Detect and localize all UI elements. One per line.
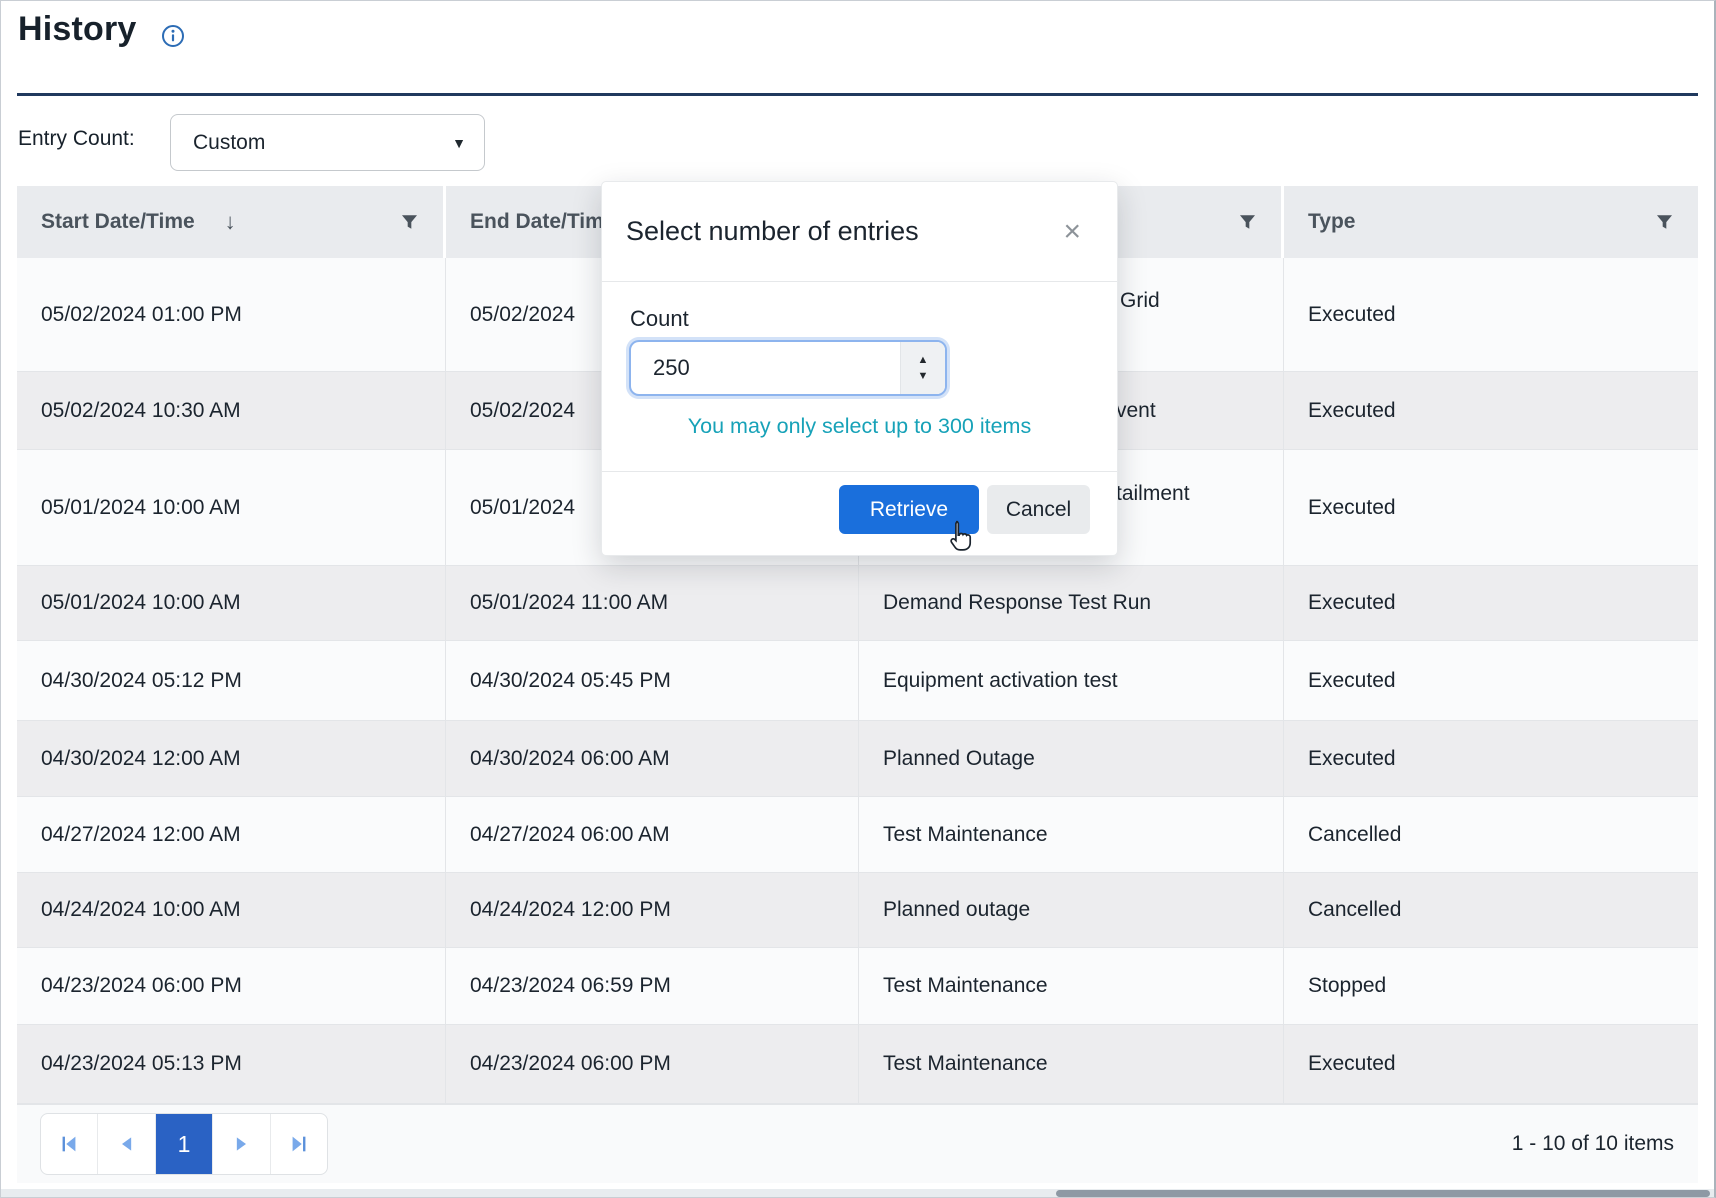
cell-type: Cancelled: [1284, 873, 1698, 947]
info-icon[interactable]: [161, 24, 185, 48]
dialog-body: Count ▲ ▼ You may only select up to 300 …: [602, 282, 1117, 471]
column-label: Start Date/Time: [41, 210, 195, 234]
count-label: Count: [630, 306, 689, 332]
previous-icon: [117, 1134, 137, 1154]
cell-start: 04/30/2024 12:00 AM: [17, 721, 446, 796]
column-header-type[interactable]: Type: [1284, 186, 1698, 258]
column-label: End Date/Time: [470, 210, 615, 234]
items-summary: 1 - 10 of 10 items: [1512, 1105, 1674, 1183]
select-entries-dialog: Select number of entries × Count ▲ ▼ You…: [601, 181, 1118, 556]
cell-end: 04/30/2024 05:45 PM: [446, 641, 859, 720]
cell-end: 04/24/2024 12:00 PM: [446, 873, 859, 947]
cell-start: 05/01/2024 10:00 AM: [17, 450, 446, 565]
cell-type: Executed: [1284, 721, 1698, 796]
cell-start: 05/02/2024 10:30 AM: [17, 372, 446, 449]
cell-end: 05/01/2024 11:00 AM: [446, 566, 859, 640]
cell-type: Executed: [1284, 566, 1698, 640]
scrollbar-thumb[interactable]: [1056, 1190, 1710, 1197]
cell-name: Test Maintenance: [859, 1025, 1284, 1103]
cell-start: 05/02/2024 01:00 PM: [17, 258, 446, 371]
cell-start: 04/23/2024 06:00 PM: [17, 948, 446, 1024]
next-page-button[interactable]: [213, 1114, 270, 1174]
page-title: History: [18, 10, 137, 49]
cell-end: 04/23/2024 06:00 PM: [446, 1025, 859, 1103]
column-label: Type: [1308, 210, 1355, 234]
table-footer: 1 1 - 10 of 10 items: [17, 1104, 1698, 1183]
page-1-button[interactable]: 1: [156, 1114, 213, 1174]
cell-start: 05/01/2024 10:00 AM: [17, 566, 446, 640]
entry-count-label: Entry Count:: [18, 127, 135, 151]
cell-start: 04/27/2024 12:00 AM: [17, 797, 446, 872]
filter-icon[interactable]: [400, 213, 419, 232]
dialog-footer: Retrieve Cancel: [602, 471, 1117, 556]
cell-start: 04/23/2024 05:13 PM: [17, 1025, 446, 1103]
first-page-button[interactable]: [41, 1114, 98, 1174]
next-icon: [231, 1134, 251, 1154]
cell-name: Test Maintenance: [859, 948, 1284, 1024]
cell-type: Executed: [1284, 450, 1698, 565]
last-page-button[interactable]: [271, 1114, 327, 1174]
count-input[interactable]: [631, 342, 891, 394]
cell-type: Executed: [1284, 641, 1698, 720]
cell-start: 04/30/2024 05:12 PM: [17, 641, 446, 720]
mouse-cursor-pointer: [944, 519, 978, 557]
spinner-up-icon[interactable]: ▲: [918, 355, 929, 366]
cell-end: 04/27/2024 06:00 AM: [446, 797, 859, 872]
skip-last-icon: [288, 1133, 310, 1155]
cell-type: Executed: [1284, 1025, 1698, 1103]
pagination: 1: [40, 1113, 328, 1175]
table-row[interactable]: 04/30/2024 05:12 PM 04/30/2024 05:45 PM …: [17, 641, 1698, 721]
title-divider: [17, 93, 1698, 96]
cell-end: 04/30/2024 06:00 AM: [446, 721, 859, 796]
previous-page-button[interactable]: [98, 1114, 155, 1174]
chevron-down-icon: ▼: [452, 135, 466, 151]
table-row[interactable]: 04/30/2024 12:00 AM 04/30/2024 06:00 AM …: [17, 721, 1698, 797]
entry-count-dropdown[interactable]: Custom ▼: [170, 114, 485, 171]
table-row[interactable]: 04/23/2024 05:13 PM 04/23/2024 06:00 PM …: [17, 1025, 1698, 1104]
cell-name: Planned Outage: [859, 721, 1284, 796]
sort-descending-icon[interactable]: ↓: [225, 209, 236, 235]
cell-name: Equipment activation test: [859, 641, 1284, 720]
cell-type: Stopped: [1284, 948, 1698, 1024]
cell-type: Executed: [1284, 372, 1698, 449]
close-icon[interactable]: ×: [1063, 217, 1081, 247]
spinner-down-icon[interactable]: ▼: [918, 371, 929, 382]
skip-first-icon: [58, 1133, 80, 1155]
cell-name: Test Maintenance: [859, 797, 1284, 872]
dialog-title: Select number of entries: [626, 216, 919, 247]
table-row[interactable]: 05/01/2024 10:00 AM 05/01/2024 11:00 AM …: [17, 566, 1698, 641]
number-spinner: ▲ ▼: [900, 342, 945, 394]
horizontal-scrollbar[interactable]: [0, 1189, 1716, 1198]
table-row[interactable]: 04/23/2024 06:00 PM 04/23/2024 06:59 PM …: [17, 948, 1698, 1025]
cell-start: 04/24/2024 10:00 AM: [17, 873, 446, 947]
cell-end: 04/23/2024 06:59 PM: [446, 948, 859, 1024]
count-input-wrapper: ▲ ▼: [629, 340, 947, 396]
cell-name: Planned outage: [859, 873, 1284, 947]
entry-count-value: Custom: [171, 131, 265, 155]
max-items-hint: You may only select up to 300 items: [602, 414, 1117, 439]
cell-type: Cancelled: [1284, 797, 1698, 872]
filter-icon[interactable]: [1238, 213, 1257, 232]
cancel-button[interactable]: Cancel: [987, 485, 1090, 534]
column-header-start-date[interactable]: Start Date/Time ↓: [17, 186, 446, 258]
table-row[interactable]: 04/24/2024 10:00 AM 04/24/2024 12:00 PM …: [17, 873, 1698, 948]
table-row[interactable]: 04/27/2024 12:00 AM 04/27/2024 06:00 AM …: [17, 797, 1698, 873]
cell-name: Demand Response Test Run: [859, 566, 1284, 640]
filter-icon[interactable]: [1655, 213, 1674, 232]
cell-type: Executed: [1284, 258, 1698, 371]
dialog-header: Select number of entries ×: [602, 182, 1117, 282]
